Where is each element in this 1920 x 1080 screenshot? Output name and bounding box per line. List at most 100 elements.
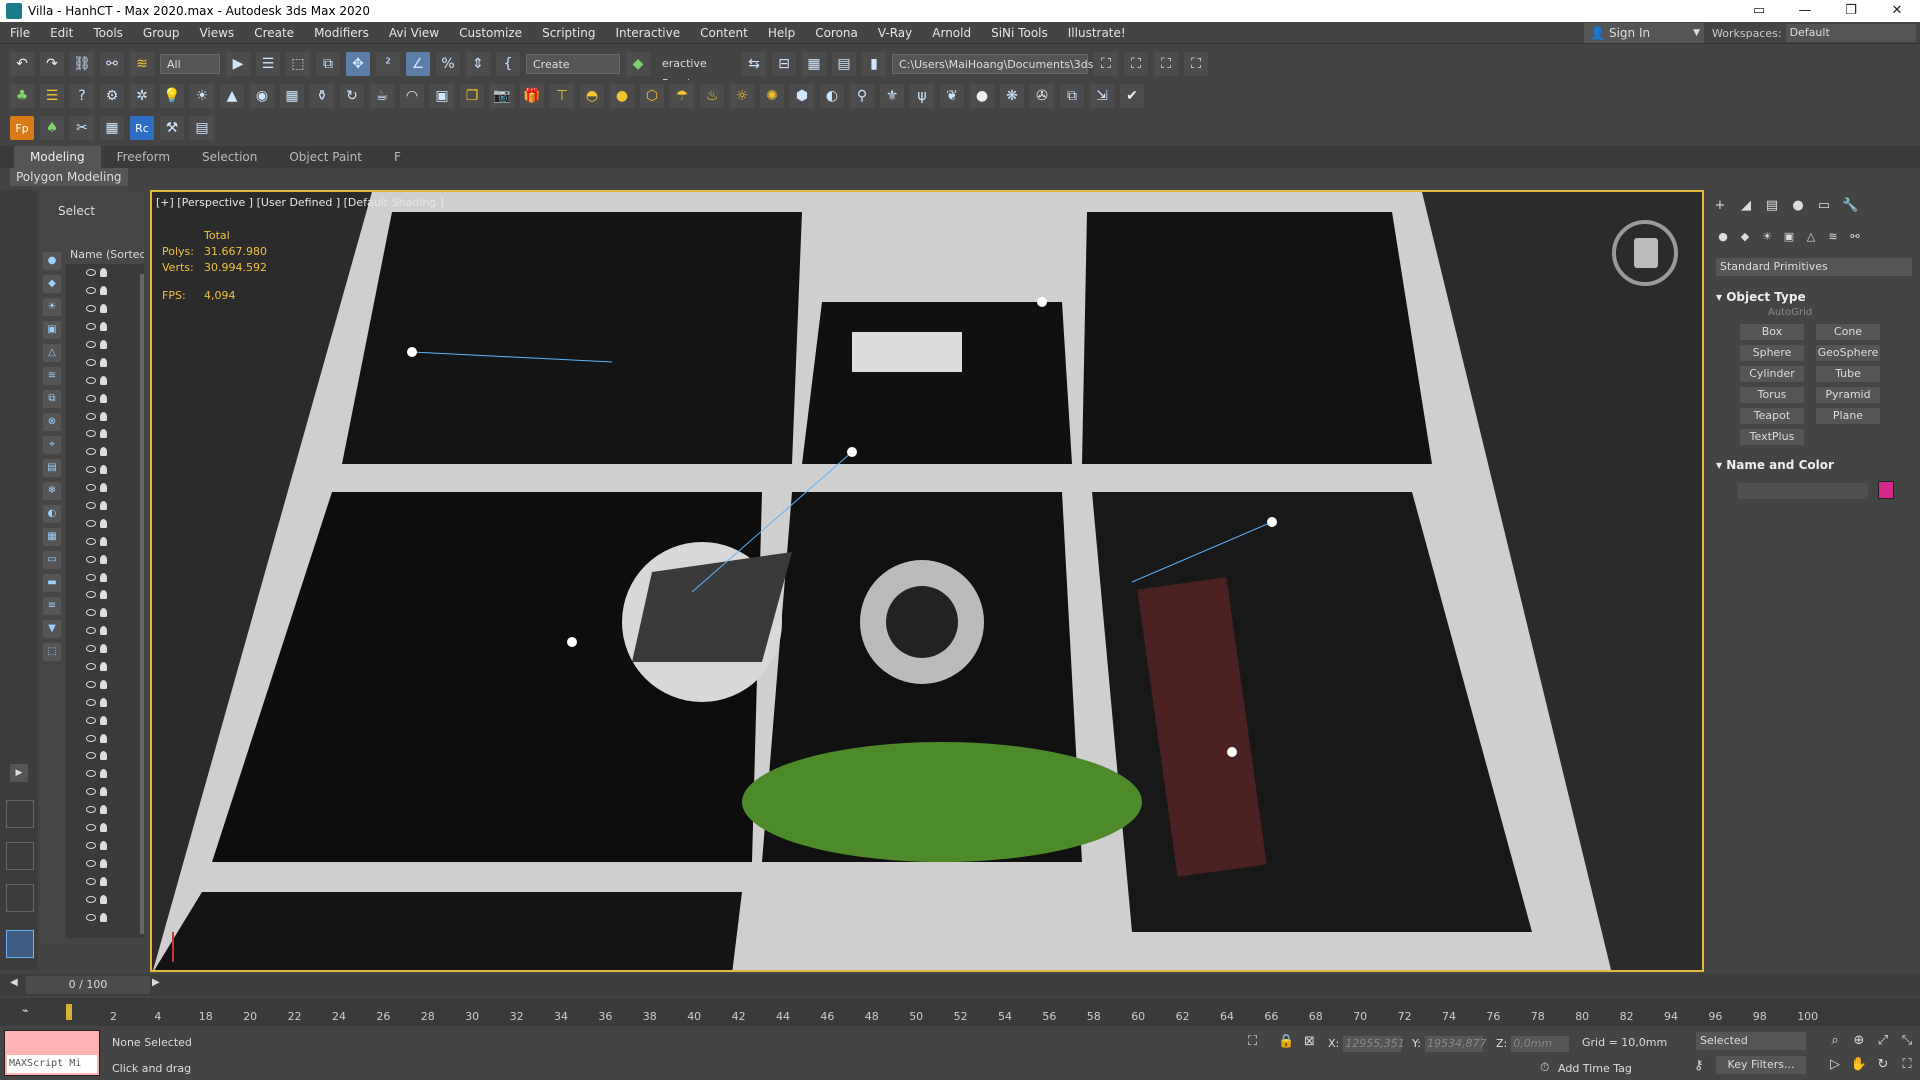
torus-button[interactable]: Torus [1740,387,1804,403]
tab-populate[interactable]: F [378,146,417,168]
list-item[interactable] [66,389,144,407]
set-key-icon[interactable]: ⚷ [1694,1058,1704,1073]
tab-selection[interactable]: Selection [186,146,273,168]
selection-filter-dropdown[interactable]: All [160,54,220,74]
pan-icon[interactable]: ✋ [1850,1056,1868,1074]
angle-snap-icon[interactable]: ∠ [406,52,430,76]
rectangular-selection-icon[interactable]: ⬚ [286,52,310,76]
play-icon[interactable]: ▷ [1826,1056,1844,1074]
toggle-ribbon-icon[interactable]: ▤ [832,52,856,76]
dome-light-icon[interactable]: ◓ [580,84,604,108]
named-selection-set-dropdown[interactable]: Create Selection Se [526,54,620,91]
hexagon-light-icon[interactable]: ⬡ [640,84,664,108]
visibility-eye-icon[interactable] [86,859,96,867]
dome-icon[interactable]: ◠ [400,84,424,108]
menu-tools[interactable]: Tools [83,22,133,44]
curve-editor-icon[interactable]: ▮ [862,52,886,76]
tools-icon[interactable]: ✂ [70,116,94,140]
visibility-eye-icon[interactable] [86,341,96,348]
visibility-eye-icon[interactable] [86,609,96,617]
particles-icon[interactable]: ❋ [1000,84,1024,108]
list-item[interactable] [66,854,144,872]
menu-vray[interactable]: V-Ray [868,22,922,44]
filter-frozen-icon[interactable]: ❄ [43,482,61,500]
camera-rig-icon[interactable]: ⚙ [100,84,124,108]
visibility-eye-icon[interactable] [86,519,96,527]
menu-avi-view[interactable]: Avi View [379,22,449,44]
maxscript-input[interactable]: MAXScript Mi [7,1055,97,1073]
list-item[interactable] [66,443,144,461]
menu-modifiers[interactable]: Modifiers [304,22,379,44]
list-item[interactable] [66,353,144,371]
list-item[interactable] [66,872,144,890]
expand-arrow-icon[interactable]: ▶ [10,764,28,782]
visibility-eye-icon[interactable] [86,448,96,456]
key-filters-button[interactable]: Key Filters... [1716,1056,1806,1074]
render-iterative-icon[interactable]: ⛶ [1184,52,1208,76]
visibility-eye-icon[interactable] [86,770,96,778]
material-icon[interactable]: ◉ [250,84,274,108]
visibility-eye-icon[interactable] [86,466,96,474]
list-item[interactable] [66,819,144,837]
stack-icon[interactable]: ⧉ [1060,84,1084,108]
menu-arnold[interactable]: Arnold [922,22,981,44]
time-tag-icon[interactable]: ⏱ [1540,1060,1549,1075]
proxy-icon[interactable]: ▲ [220,84,244,108]
menu-scripting[interactable]: Scripting [532,22,605,44]
z-field[interactable]: 0,0mm [1511,1036,1570,1052]
list-item[interactable] [66,318,144,336]
list-item[interactable] [66,586,144,604]
mesh-light-icon[interactable]: ♨ [700,84,724,108]
menu-help[interactable]: Help [758,22,805,44]
list-icon[interactable]: ☰ [40,84,64,108]
visibility-eye-icon[interactable] [86,358,96,366]
filter-helpers-icon[interactable]: △ [43,344,61,362]
list-item[interactable] [66,693,144,711]
list-item[interactable] [66,550,144,568]
name-column-header[interactable]: Name (Sorted A [66,248,144,264]
half-sphere-icon[interactable]: ◐ [820,84,844,108]
maximize-button[interactable]: ❐ [1828,0,1874,22]
name-and-color-rollout[interactable]: ▾ Name and Color [1716,458,1912,472]
filter-geometry-icon[interactable]: ● [43,252,61,270]
gift-icon[interactable]: 🎁 [520,84,544,108]
tube-button[interactable]: Tube [1816,366,1880,382]
scatter-icon[interactable]: ✲ [130,84,154,108]
track-bar-icon[interactable]: ⌁ [22,1004,29,1017]
list-item[interactable] [66,783,144,801]
autogrid-checkbox[interactable]: AutoGrid [1768,307,1812,318]
unlink-icon[interactable]: ⚯ [100,52,124,76]
track-bar[interactable]: ⌁ 2 4 18 20 22 24 26 28 30 32 34 36 38 40 42 44 46 48 50 52… [0,998,1920,1026]
list-item[interactable] [66,640,144,658]
visibility-eye-icon[interactable] [86,430,96,438]
filter-lights-icon[interactable]: ☀ [43,298,61,316]
snaps-toggle-icon[interactable]: ² [376,52,400,76]
bottle-icon[interactable]: ⚱ [310,84,334,108]
display-tab-icon[interactable]: ▭ [1816,198,1832,214]
list-item[interactable] [66,371,144,389]
wrench-icon[interactable]: ⚒ [160,116,184,140]
find-icon[interactable]: ≡ [43,597,61,615]
sphere-button[interactable]: Sphere [1740,345,1804,361]
visibility-eye-icon[interactable] [86,841,96,849]
visibility-eye-icon[interactable] [86,412,96,420]
create-tab-icon[interactable]: + [1712,198,1728,214]
visibility-eye-icon[interactable] [86,895,96,903]
time-marker[interactable] [66,1004,72,1020]
visibility-eye-icon[interactable] [86,913,96,921]
help-icon[interactable]: ? [70,84,94,108]
menu-interactive[interactable]: Interactive [605,22,690,44]
visibility-eye-icon[interactable] [86,716,96,724]
x-field[interactable]: 12955,351 [1343,1036,1405,1052]
grid-list-icon[interactable]: ▦ [100,116,124,140]
list-item[interactable] [66,497,144,515]
menu-content[interactable]: Content [690,22,758,44]
visibility-eye-icon[interactable] [86,287,96,295]
next-frame-arrow-icon[interactable]: ▶ [152,977,160,988]
select-object-icon[interactable]: ▶ [226,52,250,76]
hierarchy-tab-icon[interactable]: ▤ [1764,198,1780,214]
object-type-rollout[interactable]: ▾ Object Type [1716,290,1912,304]
spot-light-icon[interactable]: ⊤ [550,84,574,108]
menu-create[interactable]: Create [244,22,304,44]
spreadsheet-icon[interactable]: ▤ [190,116,214,140]
